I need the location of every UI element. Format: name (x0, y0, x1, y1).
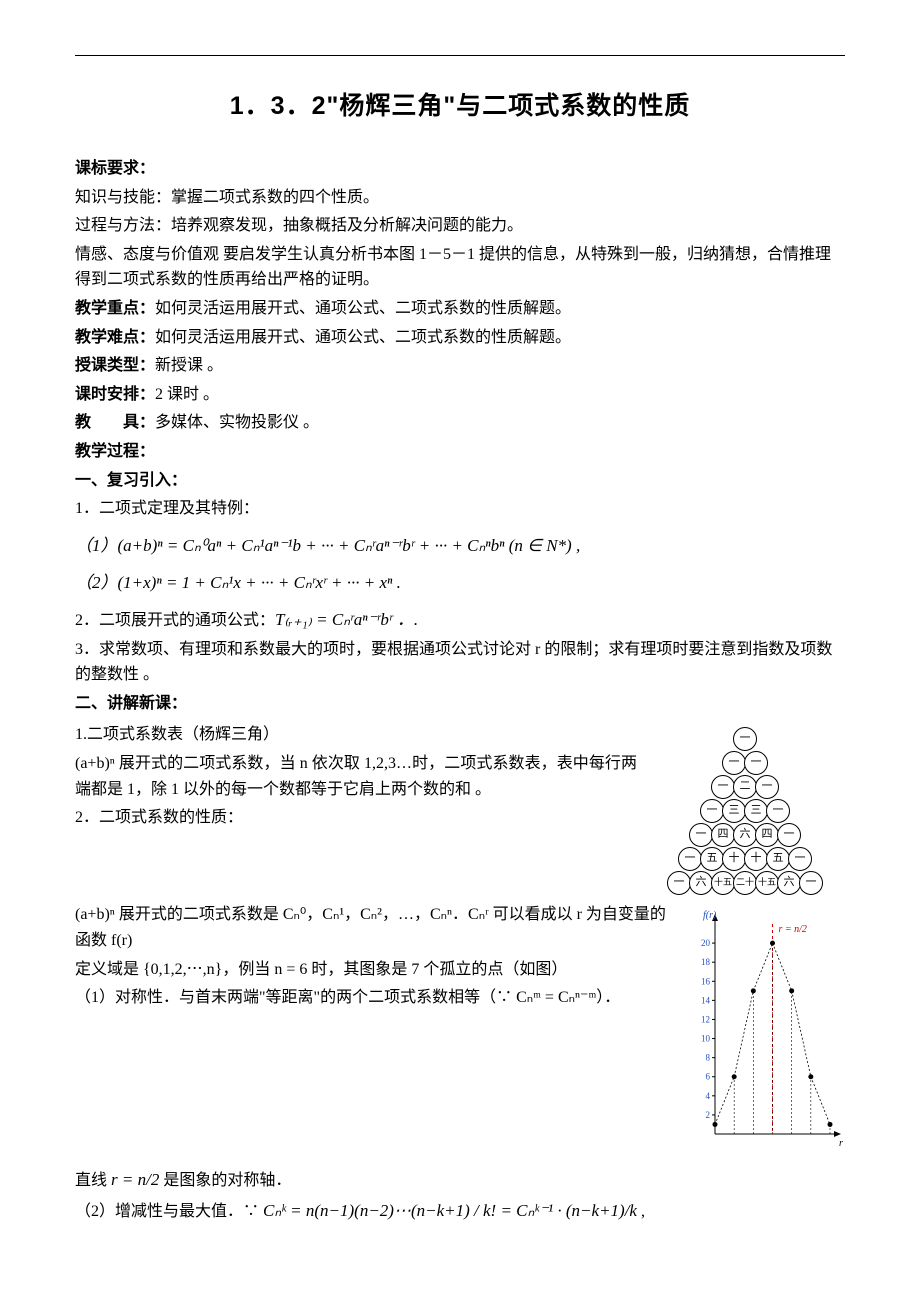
text-axis-pre: 直线 (75, 1172, 111, 1189)
line-tools: 教 具：多媒体、实物投影仪 。 (75, 410, 845, 436)
document-title: 1．3．2"杨辉三角"与二项式系数的性质 (75, 86, 845, 126)
text-period: 2 课时 。 (155, 386, 219, 403)
top-rule (75, 55, 845, 56)
pascal-cell: 二十 (733, 871, 757, 895)
pascal-row: 一二一 (645, 772, 845, 799)
line-general-term: 2．二项展开式的通项公式：T₍ᵣ₊₁₎ = Cₙʳaⁿ⁻ʳbʳ ．. (75, 606, 845, 634)
label-new: 二、讲解新课： (75, 695, 187, 712)
line-symmetry: （1）对称性．与首末两端"等距离"的两个二项式系数相等（∵ Cₙᵐ = Cₙⁿ⁻… (75, 985, 672, 1011)
svg-text:20: 20 (701, 939, 711, 949)
line-domain: 定义域是 {0,1,2,⋯,n}，例当 n = 6 时，其图象是 7 个孤立的点… (75, 957, 672, 983)
col-chart-text: (a+b)ⁿ 展开式的二项式系数是 Cₙ⁰，Cₙ¹，Cₙ²，…，Cₙⁿ．Cₙʳ … (75, 899, 680, 1013)
pascal-row: 一四六四一 (645, 820, 845, 847)
pascal-cell: 一 (799, 871, 823, 895)
text-focus: 如何灵活运用展开式、通项公式、二项式系数的性质解题。 (155, 300, 571, 317)
line-property-heading: 2．二项式系数的性质： (75, 805, 637, 831)
para-attitude: 情感、态度与价值观 要启发学生认真分析书本图 1－5－1 提供的信息，从特殊到一… (75, 242, 845, 293)
formula-3: T₍ᵣ₊₁₎ = Cₙʳaⁿ⁻ʳbʳ ．. (275, 610, 418, 629)
label-period: 课时安排： (75, 386, 155, 403)
pascal-row: 一一 (645, 748, 845, 775)
line-monotone: （2）增减性与最大值．∵ Cₙᵏ = n(n−1)(n−2)⋯(n−k+1) /… (75, 1197, 845, 1225)
label-kebiao: 课标要求： (75, 160, 155, 177)
text-mono-post: , (637, 1203, 645, 1220)
pascal-cell: 六 (777, 871, 801, 895)
label-review: 一、复习引入： (75, 472, 187, 489)
line-focus: 教学重点：如何灵活运用展开式、通项公式、二项式系数的性质解题。 (75, 296, 845, 322)
line-axis: 直线 r = n/2 是图象的对称轴． (75, 1166, 845, 1194)
svg-text:4: 4 (706, 1091, 711, 1101)
row-chart: (a+b)ⁿ 展开式的二项式系数是 Cₙ⁰，Cₙ¹，Cₙ²，…，Cₙⁿ．Cₙʳ … (75, 899, 845, 1163)
line-constant: 3．求常数项、有理项和系数最大的项时，要根据通项公式讨论对 r 的限制；求有理项… (75, 637, 845, 688)
heading-new: 二、讲解新课： (75, 691, 845, 717)
svg-text:10: 10 (701, 1034, 711, 1044)
para-knowledge: 知识与技能：掌握二项式系数的四个性质。 (75, 185, 845, 211)
line-difficulty: 教学难点：如何灵活运用展开式、通项公式、二项式系数的性质解题。 (75, 325, 845, 351)
pascal-row: 一三三一 (645, 796, 845, 823)
label-focus: 教学重点： (75, 300, 155, 317)
formula-2: （2）(1+x)ⁿ = 1 + Cₙ¹x + ··· + Cₙʳxʳ + ···… (75, 569, 845, 596)
pascal-row: 一五十十五一 (645, 844, 845, 871)
text-axis-post: 是图象的对称轴． (159, 1172, 291, 1189)
formula-1: （1）(a+b)ⁿ = Cₙ⁰aⁿ + Cₙ¹aⁿ⁻¹b + ··· + Cₙʳ… (75, 532, 845, 559)
text-type: 新授课 。 (155, 357, 223, 374)
svg-text:14: 14 (701, 996, 711, 1006)
pascal-triangle-figure: 一一一一二一一三三一一四六四一一五十十五一一六十五二十十五六一 (645, 724, 845, 899)
text-difficulty: 如何灵活运用展开式、通项公式、二项式系数的性质解题。 (155, 329, 571, 346)
svg-text:r = n/2: r = n/2 (779, 924, 807, 935)
svg-text:6: 6 (706, 1072, 711, 1082)
para-process: 过程与方法：培养观察发现，抽象概括及分析解决问题的能力。 (75, 213, 845, 239)
label-tools: 教 具： (75, 414, 155, 431)
pascal-cell: 六 (689, 871, 713, 895)
pascal-row: 一六十五二十十五六一 (645, 868, 845, 895)
svg-text:18: 18 (701, 958, 711, 968)
col-pascal-text: 1.二项式系数表（杨辉三角） (a+b)ⁿ 展开式的二项式系数，当 n 依次取 … (75, 719, 645, 833)
pascal-cell: 十五 (711, 871, 735, 895)
svg-text:r: r (839, 1138, 843, 1149)
col-chart-img: 2 4 6 8 10 12 14 16 18 20 f(r) r r = n/2 (680, 899, 845, 1163)
heading-process: 教学过程： (75, 439, 845, 465)
line-period: 课时安排：2 课时 。 (75, 382, 845, 408)
heading-kebiao: 课标要求： (75, 156, 845, 182)
label-process: 教学过程： (75, 443, 155, 460)
label-type: 授课类型： (75, 357, 155, 374)
line-theorem: 1．二项式定理及其特例： (75, 496, 845, 522)
function-plot-figure: 2 4 6 8 10 12 14 16 18 20 f(r) r r = n/2 (680, 904, 845, 1154)
svg-text:12: 12 (701, 1015, 710, 1025)
label-difficulty: 教学难点： (75, 329, 155, 346)
line-type: 授课类型：新授课 。 (75, 353, 845, 379)
heading-review: 一、复习引入： (75, 468, 845, 494)
pascal-row: 一 (645, 724, 845, 751)
pascal-cell: 十五 (755, 871, 779, 895)
svg-text:16: 16 (701, 977, 711, 987)
text-mono-pre: （2）增减性与最大值．∵ (75, 1203, 263, 1220)
formula-mono: Cₙᵏ = n(n−1)(n−2)⋯(n−k+1) / k! = Cₙᵏ⁻¹ ·… (263, 1201, 637, 1220)
svg-text:8: 8 (706, 1053, 711, 1063)
col-pascal-img: 一一一一二一一三三一一四六四一一五十十五一一六十五二十十五六一 (645, 719, 845, 899)
text-tools: 多媒体、实物投影仪 。 (155, 414, 319, 431)
svg-text:f(r): f(r) (703, 910, 717, 921)
page: 1．3．2"杨辉三角"与二项式系数的性质 课标要求： 知识与技能：掌握二项式系数… (0, 0, 920, 1287)
row-pascal: 1.二项式系数表（杨辉三角） (a+b)ⁿ 展开式的二项式系数，当 n 依次取 … (75, 719, 845, 899)
line-table-desc: (a+b)ⁿ 展开式的二项式系数，当 n 依次取 1,2,3…时，二项式系数表，… (75, 751, 637, 802)
line-coeff: (a+b)ⁿ 展开式的二项式系数是 Cₙ⁰，Cₙ¹，Cₙ²，…，Cₙⁿ．Cₙʳ … (75, 902, 672, 953)
pascal-cell: 一 (667, 871, 691, 895)
line-table-heading: 1.二项式系数表（杨辉三角） (75, 722, 637, 748)
formula-axis: r = n/2 (111, 1170, 159, 1189)
text-general-pre: 2．二项展开式的通项公式： (75, 612, 275, 629)
svg-text:2: 2 (706, 1110, 711, 1120)
